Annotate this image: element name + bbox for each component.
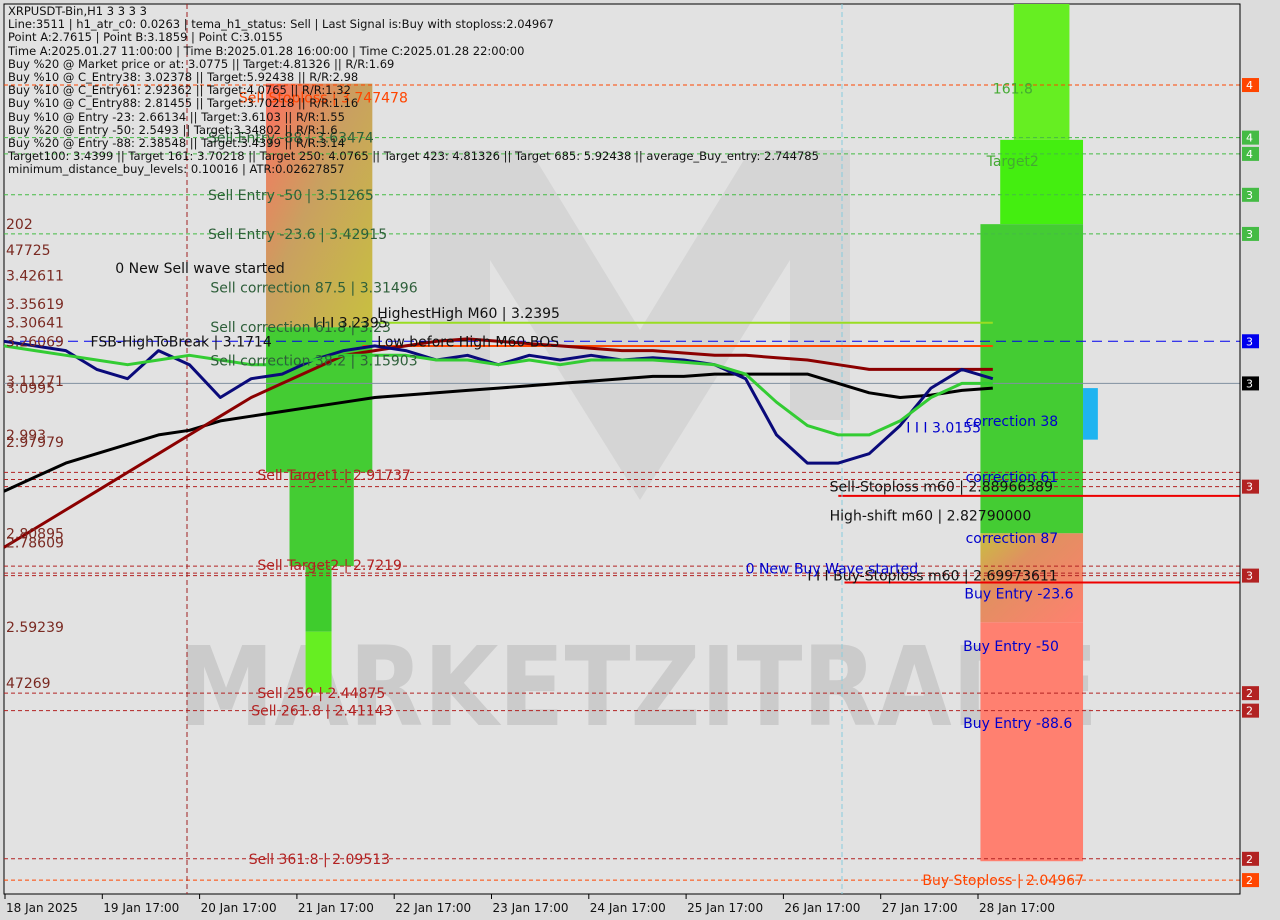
level-label: Buy Entry -23.6	[964, 587, 1073, 603]
x-tick-label: 21 Jan 17:00	[298, 901, 374, 915]
info-line: Buy %10 @ C_Entry88: 2.81455 || Target:3…	[8, 96, 359, 111]
price-badge-text: 3	[1246, 189, 1253, 202]
price-axis-badges: 4 4 4 3 3 3 3 3 3 2 2 2 2	[1239, 4, 1259, 894]
level-label: Buy Entry -88.6	[963, 716, 1072, 732]
left-edge-label: 3.0995	[6, 381, 55, 397]
x-tick-label: 27 Jan 17:00	[882, 901, 958, 915]
price-badge-text: 2	[1246, 687, 1253, 700]
x-tick-label: 20 Jan 17:00	[201, 901, 277, 915]
level-label: HighestHigh M60 | 3.2395	[377, 306, 560, 322]
price-badge-text: 3	[1246, 228, 1253, 241]
left-edge-label: 3.30641	[6, 316, 64, 332]
x-tick-label: 24 Jan 17:00	[590, 901, 666, 915]
left-edge-label: 2.97979	[6, 435, 64, 451]
x-tick-label: 23 Jan 17:00	[493, 901, 569, 915]
level-label: 0 New Buy Wave started	[746, 561, 919, 577]
level-label: Sell 261.8 | 2.41143	[251, 704, 392, 720]
x-tick-label: 25 Jan 17:00	[687, 901, 763, 915]
left-edge-label: 47269	[6, 676, 51, 692]
buy-zone-red	[980, 622, 1084, 862]
level-label: Sell correction 38.2 | 3.15903	[210, 353, 417, 369]
left-edge-label: 47725	[6, 243, 51, 259]
price-badge-text: 3	[1246, 570, 1253, 583]
cloud-box	[1083, 388, 1098, 440]
left-edge-label: 3.26069	[6, 334, 64, 350]
price-badge-text: 2	[1246, 853, 1253, 866]
level-label: Target2	[986, 154, 1039, 170]
price-badge-text: 4	[1246, 132, 1253, 145]
price-badge-text: 4	[1246, 148, 1253, 161]
level-label: Sell Target2 | 2.7219	[257, 558, 402, 574]
left-edge-label: 2.59239	[6, 620, 64, 636]
price-badge-text: 4	[1246, 79, 1253, 92]
left-edge-label: 2.78609	[6, 536, 64, 552]
price-badge-text: 3	[1246, 335, 1253, 348]
level-label: Sell correction 87.5 | 3.31496	[210, 280, 417, 296]
level-label: correction 38	[966, 414, 1059, 430]
level-label: Sell Entry -50 | 3.51265	[208, 188, 374, 204]
price-badge-text: 2	[1246, 705, 1253, 718]
level-label: Low before High M60-BOS	[377, 334, 559, 350]
buy-zone-lime-top	[1013, 4, 1070, 140]
buy-zone-lime	[1000, 139, 1084, 225]
info-line: Time A:2025.01.27 11:00:00 | Time B:2025…	[8, 43, 525, 58]
sell-zone-lime	[305, 631, 332, 693]
x-tick-label: 26 Jan 17:00	[784, 901, 860, 915]
x-tick-label: 19 Jan 17:00	[103, 901, 179, 915]
price-badge-text: 3	[1246, 377, 1253, 390]
info-line: Point A:2.7615 | Point B:3.1859 | Point …	[8, 30, 283, 45]
level-label: FSB-HighToBreak | 3.1714	[91, 334, 272, 350]
left-edge-label: 3.35619	[6, 297, 64, 313]
x-tick-label: 22 Jan 17:00	[395, 901, 471, 915]
level-label: 0 New Sell wave started	[115, 261, 285, 277]
level-label: Sell-Stoploss m60 | 2.88966389	[830, 479, 1053, 495]
left-edge-label: 3.42611	[6, 269, 64, 285]
level-label: Buy Stoploss | 2.04967	[922, 873, 1084, 889]
level-label: Sell 250 | 2.44875	[257, 686, 385, 702]
info-panel: XRPUSDT-Bin,H1 3 3 3 3 Line:3511 | h1_at…	[8, 4, 819, 177]
level-label: Sell Target1 | 2.91737	[257, 468, 410, 484]
level-label: High-shift m60 | 2.82790000	[830, 509, 1032, 525]
x-tick-label: 18 Jan 2025	[6, 901, 78, 915]
level-label: Sell 361.8 | 2.09513	[249, 852, 390, 868]
level-label: Sell Entry -23.6 | 3.42915	[208, 227, 387, 243]
x-tick-label: 28 Jan 17:00	[979, 901, 1055, 915]
price-badge-text: 2	[1246, 874, 1253, 887]
info-line: Buy %20 @ Market price or at: 3.0775 || …	[8, 56, 395, 71]
level-label: 161.8	[993, 81, 1033, 97]
level-label: Buy Entry -50	[963, 639, 1059, 655]
time-axis: 18 Jan 2025 19 Jan 17:00 20 Jan 17:00 21 Ja…	[4, 894, 1055, 915]
info-line: Buy %20 @ Entry -50: 2.5493 || Target:3.…	[8, 122, 338, 137]
left-edge-label: 202	[6, 217, 33, 233]
info-line: Buy %10 @ Entry -23: 2.66134 || Target:3…	[8, 109, 345, 124]
level-label: correction 87	[966, 531, 1059, 547]
info-line: minimum_distance_buy_levels: 0.10016 | A…	[8, 162, 345, 177]
price-badge-text: 3	[1246, 481, 1253, 494]
level-label: I I I 3.2395	[313, 316, 388, 332]
